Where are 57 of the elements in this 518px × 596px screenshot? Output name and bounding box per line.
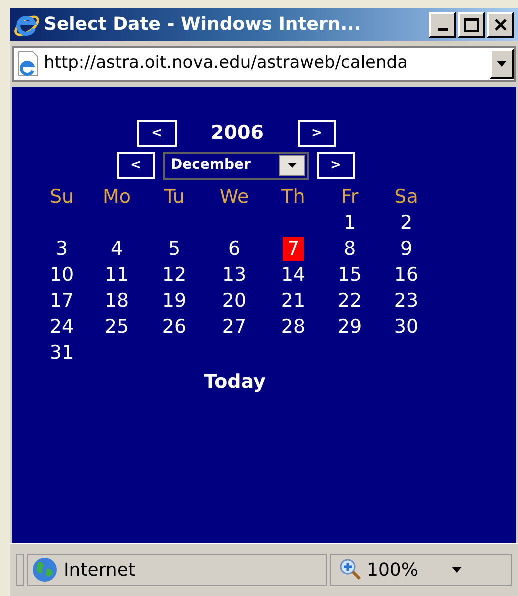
day-cell[interactable]: 25 bbox=[100, 314, 134, 338]
previous-month-button[interactable]: < bbox=[117, 152, 155, 179]
day-cell[interactable]: 26 bbox=[158, 314, 191, 338]
weekday-header: We bbox=[218, 184, 250, 210]
page-icon bbox=[16, 51, 40, 77]
month-select[interactable]: December bbox=[163, 152, 309, 180]
day-cell[interactable]: 18 bbox=[100, 288, 134, 312]
globe-icon bbox=[32, 557, 58, 583]
day-cell[interactable]: 21 bbox=[277, 288, 310, 312]
day-cell[interactable]: 3 bbox=[52, 236, 72, 260]
close-icon bbox=[494, 18, 508, 32]
day-cell[interactable]: 30 bbox=[390, 314, 423, 338]
day-cell[interactable]: 14 bbox=[277, 262, 310, 286]
day-cell[interactable]: 22 bbox=[334, 288, 366, 312]
day-cell[interactable]: 19 bbox=[158, 288, 191, 312]
today-link[interactable]: Today bbox=[204, 368, 266, 396]
status-bar-gripper bbox=[16, 554, 24, 586]
weekday-header: Su bbox=[48, 184, 76, 210]
zone-label: Internet bbox=[64, 558, 136, 582]
day-cell[interactable]: 31 bbox=[46, 340, 78, 364]
day-cell[interactable]: 5 bbox=[164, 236, 185, 260]
day-cell[interactable]: 7 bbox=[283, 236, 304, 260]
zoom-icon bbox=[339, 558, 363, 582]
day-cell[interactable]: 16 bbox=[390, 262, 423, 286]
dropdown-arrow-icon[interactable] bbox=[452, 567, 462, 573]
day-cell[interactable]: 23 bbox=[390, 288, 423, 312]
window-title: Select Date - Windows Intern... bbox=[44, 13, 362, 37]
day-cell[interactable]: 4 bbox=[106, 236, 128, 260]
day-cell[interactable]: 11 bbox=[100, 262, 134, 286]
day-cell[interactable]: 20 bbox=[218, 288, 251, 312]
next-month-button[interactable]: > bbox=[317, 152, 355, 179]
day-cell[interactable]: 10 bbox=[46, 262, 78, 286]
weekday-header: Sa bbox=[394, 184, 420, 210]
day-cell[interactable]: 9 bbox=[396, 236, 417, 260]
minimize-button[interactable] bbox=[429, 12, 456, 38]
day-cell[interactable]: 6 bbox=[224, 236, 245, 260]
day-cell[interactable]: 12 bbox=[158, 262, 191, 286]
weekday-header: Th bbox=[280, 184, 306, 210]
weekday-header: Mo bbox=[102, 184, 132, 210]
day-cell[interactable]: 15 bbox=[334, 262, 366, 286]
day-cell[interactable]: 28 bbox=[277, 314, 310, 338]
day-cell[interactable]: 2 bbox=[396, 210, 417, 234]
address-field[interactable]: http://astra.oit.nova.edu/astraweb/calenda bbox=[12, 46, 516, 82]
weekday-header: Fr bbox=[340, 184, 360, 210]
day-cell[interactable]: 13 bbox=[218, 262, 251, 286]
day-cell[interactable]: 1 bbox=[340, 210, 360, 234]
next-year-button[interactable]: > bbox=[298, 120, 336, 147]
day-cell[interactable]: 17 bbox=[46, 288, 78, 312]
previous-year-button[interactable]: < bbox=[137, 120, 177, 147]
day-cell[interactable]: 29 bbox=[334, 314, 366, 338]
close-button[interactable] bbox=[487, 12, 514, 38]
day-cell[interactable]: 8 bbox=[340, 236, 360, 260]
day-cell[interactable]: 27 bbox=[218, 314, 251, 338]
weekday-header: Tu bbox=[163, 184, 186, 210]
year-label: 2006 bbox=[210, 121, 265, 146]
maximize-button[interactable] bbox=[458, 12, 485, 38]
day-cell[interactable]: 24 bbox=[46, 314, 78, 338]
